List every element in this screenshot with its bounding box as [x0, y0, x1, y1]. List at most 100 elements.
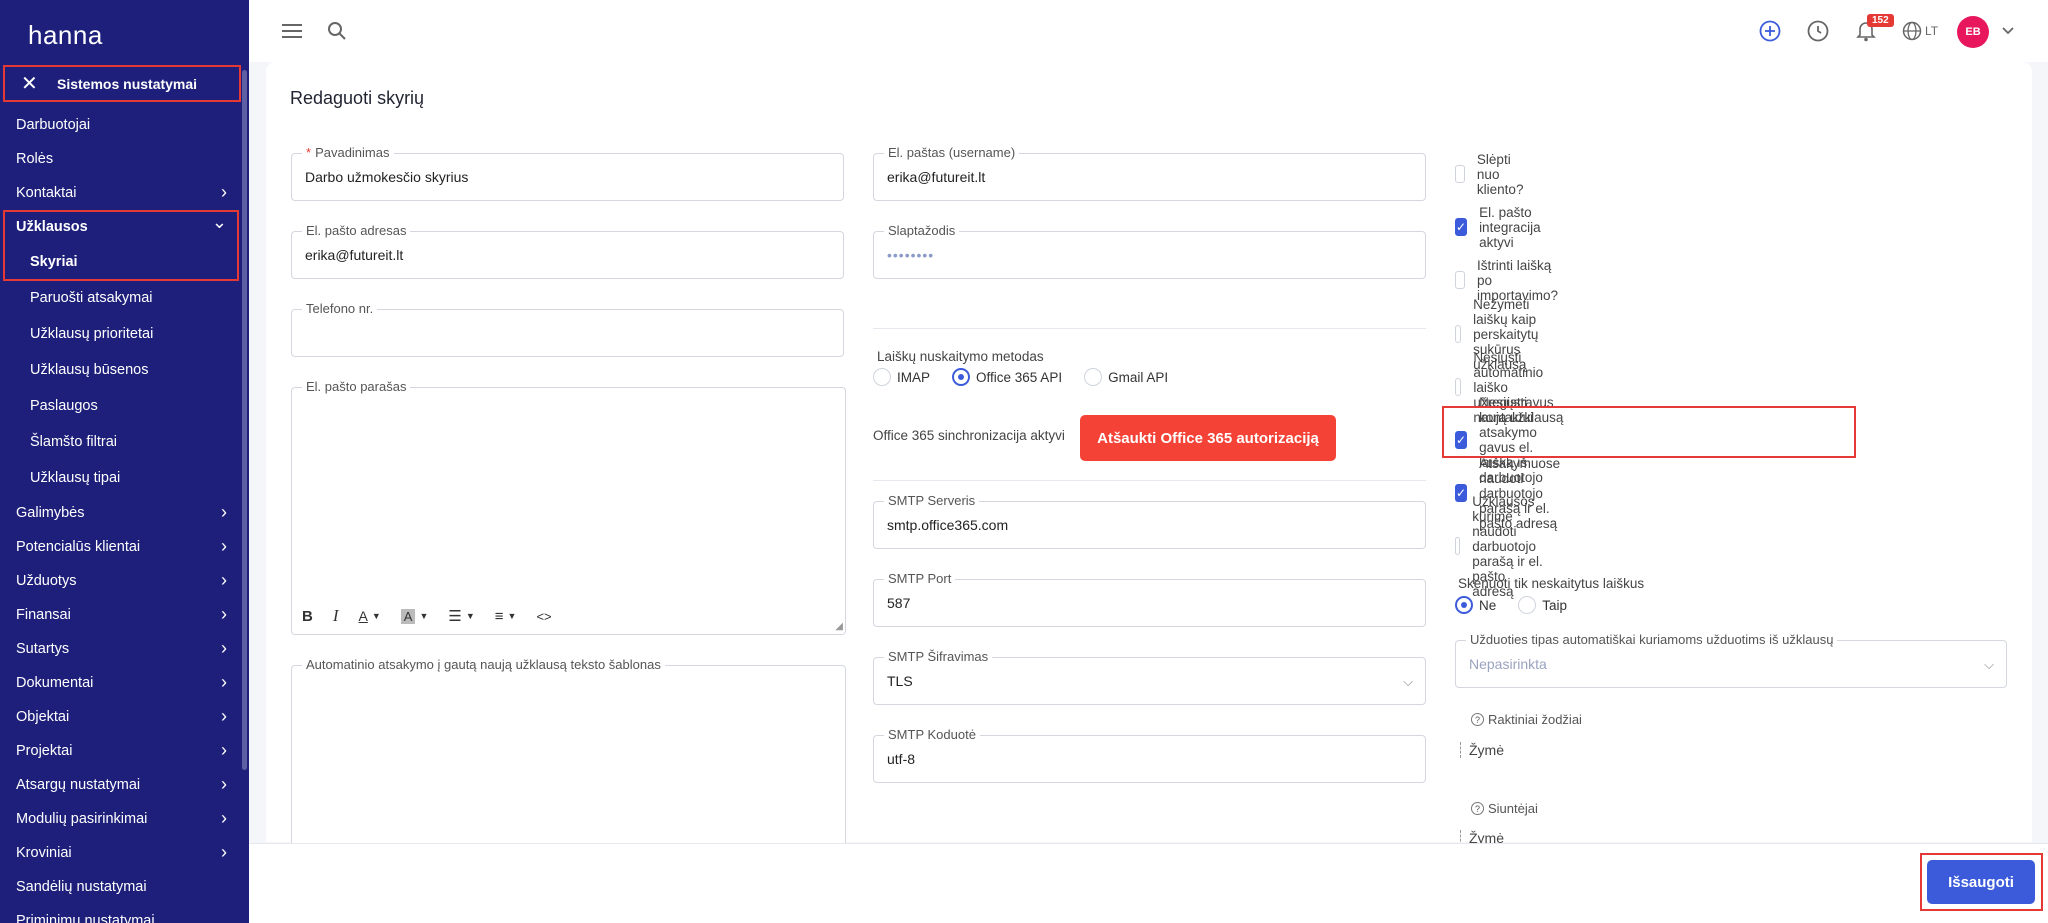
checkbox-option-1[interactable]: ✓ El. pašto integracija aktyvi	[1455, 205, 1547, 250]
sidebar-item-12[interactable]: Potencialūs klientai ›	[0, 530, 249, 564]
password-input[interactable]: ••••••••	[887, 247, 934, 263]
code-icon[interactable]: <>	[536, 609, 551, 624]
sidebar-item-14[interactable]: Finansai ›	[0, 598, 249, 632]
checkbox-option-0[interactable]: Slėpti nuo kliento?	[1455, 152, 1532, 197]
numbered-list-icon[interactable]: ≡ ▼	[495, 608, 517, 625]
app-logo[interactable]: hanna	[0, 0, 249, 62]
bold-icon[interactable]: B	[302, 608, 313, 625]
sidebar-item-10[interactable]: Užklausų tipai	[0, 460, 249, 496]
chevron-right-icon[interactable]: ›	[221, 672, 227, 693]
sidebar-item-22[interactable]: Sandėlių nustatymai	[0, 870, 249, 904]
chevron-right-icon[interactable]: ›	[221, 808, 227, 829]
sidebar-item-20[interactable]: Modulių pasirinkimai ›	[0, 802, 249, 836]
radio-office365[interactable]: Office 365 API	[952, 368, 1062, 386]
sidebar-item-18[interactable]: Projektai ›	[0, 734, 249, 768]
chevron-down-icon[interactable]: ⌵	[1984, 657, 1994, 673]
sidebar-item-label: Atsargų nustatymai	[16, 777, 141, 793]
help-icon[interactable]: ?	[1471, 713, 1484, 726]
sidebar-item-19[interactable]: Atsargų nustatymai ›	[0, 768, 249, 802]
help-icon[interactable]: ?	[1471, 802, 1484, 815]
chevron-right-icon[interactable]: ›	[221, 842, 227, 863]
hamburger-menu-icon[interactable]	[279, 18, 305, 44]
autoreply-template-editor[interactable]: Automatinio atsakymo į gautą naują užkla…	[291, 657, 846, 865]
bullet-list-icon[interactable]: ☰ ▼	[448, 607, 474, 625]
task-type-select[interactable]: Užduoties tipas automatiškai kuriamoms u…	[1455, 632, 2007, 688]
checkbox-option-3[interactable]: Nežymėti laiškų kaip perskaitytų sukūrus…	[1455, 297, 1550, 372]
resize-handle-icon[interactable]: ◢	[835, 621, 843, 632]
checkbox-unchecked-icon[interactable]	[1455, 271, 1466, 289]
revoke-office365-button[interactable]: Atšaukti Office 365 autorizaciją	[1080, 415, 1336, 461]
text-color-icon[interactable]: A ▼	[359, 608, 381, 624]
chevron-right-icon[interactable]: ›	[221, 570, 227, 591]
sidebar-item-15[interactable]: Sutartys ›	[0, 632, 249, 666]
close-icon[interactable]: ✕	[21, 74, 45, 94]
signature-editor[interactable]: El. pašto parašas B I A ▼ A ▼ ☰ ▼ ≡ ▼ <> ◢	[291, 379, 846, 635]
highlight-color-icon[interactable]: A ▼	[400, 608, 428, 624]
checkbox-unchecked-icon[interactable]	[1455, 537, 1461, 555]
sidebar-section-system-settings[interactable]: ✕ Sistemos nustatymai	[3, 65, 241, 102]
sidebar-scrollbar[interactable]	[242, 70, 247, 770]
name-field[interactable]: * Pavadinimas Darbo užmokesčio skyrius	[291, 145, 844, 201]
sidebar-item-5[interactable]: Paruošti atsakymai	[0, 280, 249, 316]
smtp-port-input[interactable]: 587	[887, 595, 910, 611]
sidebar-item-23[interactable]: Priminimų nustatymai	[0, 904, 249, 923]
chevron-down-icon[interactable]: ⌵	[1403, 674, 1413, 690]
checkbox-option-2[interactable]: Ištrinti laišką po importavimo?	[1455, 258, 1566, 303]
username-field[interactable]: El. paštas (username) erika@futureit.lt	[873, 145, 1426, 201]
chevron-right-icon[interactable]: ›	[221, 502, 227, 523]
sidebar-item-6[interactable]: Užklausų prioritetai	[0, 316, 249, 352]
checkbox-checked-icon[interactable]: ✓	[1455, 484, 1468, 502]
chevron-right-icon[interactable]: ›	[221, 604, 227, 625]
radio-gmail[interactable]: Gmail API	[1084, 368, 1168, 386]
clock-icon[interactable]	[1805, 18, 1831, 44]
smtp-port-field[interactable]: SMTP Port 587	[873, 571, 1426, 627]
checkbox-unchecked-icon[interactable]	[1455, 325, 1462, 343]
smtp-server-field[interactable]: SMTP Serveris smtp.office365.com	[873, 493, 1426, 549]
page-title: Redaguoti skyrių	[290, 88, 425, 108]
chevron-right-icon[interactable]: ›	[221, 536, 227, 557]
smtp-encoding-input[interactable]: utf-8	[887, 751, 915, 767]
sidebar-item-8[interactable]: Paslaugos	[0, 388, 249, 424]
radio-scan-no[interactable]: Ne	[1455, 596, 1496, 614]
sidebar-item-9[interactable]: Šlamšto filtrai	[0, 424, 249, 460]
chevron-right-icon[interactable]: ›	[221, 740, 227, 761]
save-button[interactable]: Išsaugoti	[1927, 860, 2035, 904]
name-input[interactable]: Darbo užmokesčio skyrius	[305, 169, 468, 185]
avatar[interactable]: EB	[1957, 16, 1989, 48]
language-selector[interactable]: LT	[1902, 18, 1946, 44]
sidebar-item-13[interactable]: Užduotys ›	[0, 564, 249, 598]
chevron-right-icon[interactable]: ›	[221, 774, 227, 795]
sidebar-item-7[interactable]: Užklausų būsenos	[0, 352, 249, 388]
add-icon[interactable]	[1757, 18, 1783, 44]
sidebar-item-0[interactable]: Darbuotojai	[0, 108, 249, 142]
radio-imap[interactable]: IMAP	[873, 368, 930, 386]
sidebar-item-11[interactable]: Galimybės ›	[0, 496, 249, 530]
checkbox-unchecked-icon[interactable]	[1455, 165, 1465, 183]
sidebar-item-17[interactable]: Objektai ›	[0, 700, 249, 734]
checkbox-unchecked-icon[interactable]	[1455, 378, 1462, 396]
radio-scan-yes[interactable]: Taip	[1518, 596, 1567, 614]
sidebar-item-2[interactable]: Kontaktai ›	[0, 176, 249, 210]
chevron-right-icon[interactable]: ›	[221, 182, 227, 203]
bell-icon[interactable]: 152	[1853, 14, 1894, 44]
checkbox-option-7[interactable]: Užklausos kūrime naudoti darbuotojo para…	[1455, 494, 1549, 599]
sidebar-item-1[interactable]: Rolės	[0, 142, 249, 176]
chevron-right-icon[interactable]: ›	[221, 706, 227, 727]
chevron-down-icon[interactable]	[1995, 18, 2021, 44]
checkbox-option-4[interactable]: Nesiųsti automatinio laiško užregistravu…	[1455, 350, 1565, 425]
chevron-right-icon[interactable]: ›	[221, 638, 227, 659]
phone-field[interactable]: Telefono nr.	[291, 301, 844, 357]
checkbox-checked-icon[interactable]: ✓	[1455, 218, 1468, 236]
email-input[interactable]: erika@futureit.lt	[305, 247, 403, 263]
password-field[interactable]: Slaptažodis ••••••••	[873, 223, 1426, 279]
keywords-tag-input[interactable]: Žymė	[1460, 742, 1504, 758]
sidebar-item-21[interactable]: Kroviniai ›	[0, 836, 249, 870]
username-input[interactable]: erika@futureit.lt	[887, 169, 985, 185]
smtp-encryption-select[interactable]: SMTP Šifravimas TLS ⌵	[873, 649, 1426, 705]
email-field[interactable]: El. pašto adresas erika@futureit.lt	[291, 223, 844, 279]
smtp-encoding-field[interactable]: SMTP Koduotė utf-8	[873, 727, 1426, 783]
italic-icon[interactable]: I	[333, 606, 339, 626]
sidebar-item-16[interactable]: Dokumentai ›	[0, 666, 249, 700]
smtp-server-input[interactable]: smtp.office365.com	[887, 517, 1008, 533]
search-icon[interactable]	[324, 18, 350, 44]
